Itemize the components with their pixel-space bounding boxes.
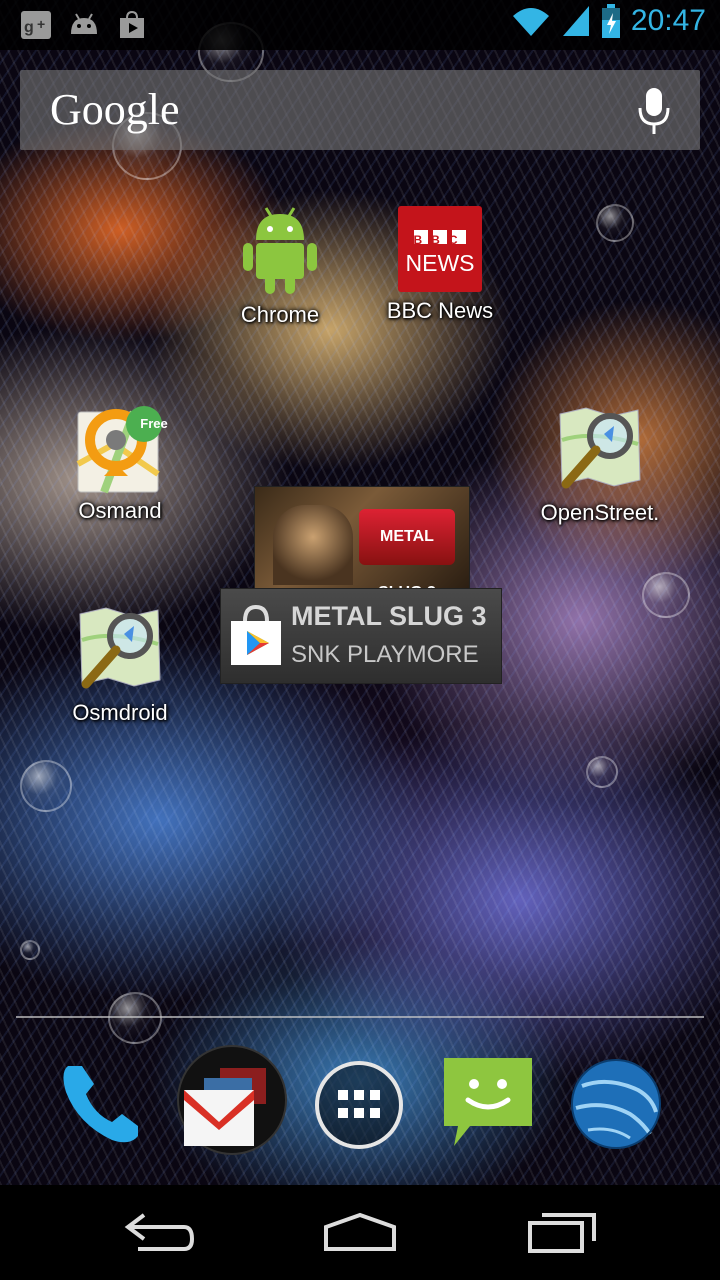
app-osmand[interactable]: Free Osmand — [40, 404, 200, 524]
svg-text:+: + — [37, 16, 45, 32]
wifi-icon — [512, 8, 549, 36]
messaging-icon — [444, 1058, 532, 1146]
app-openstreetmap[interactable]: OpenStreet. — [520, 400, 680, 526]
app-label: Osmdroid — [72, 700, 168, 725]
earth-icon — [571, 1059, 661, 1149]
dock-earth[interactable] — [568, 1056, 664, 1152]
bubble — [20, 940, 40, 960]
app-label: Osmand — [78, 498, 162, 523]
bubble — [108, 992, 162, 1044]
bubble — [596, 204, 634, 242]
bubble — [20, 760, 72, 812]
status-bar: g + 20:47 — [0, 0, 720, 50]
home-icon[interactable] — [310, 1201, 410, 1261]
app-osmdroid[interactable]: Osmdroid — [40, 600, 200, 726]
app-chrome[interactable]: Chrome — [200, 202, 360, 328]
back-icon[interactable] — [110, 1201, 210, 1261]
openstreetmap-icon — [559, 407, 641, 489]
android-robot-icon — [243, 207, 317, 294]
bubble — [586, 756, 618, 788]
free-badge: Free — [140, 416, 168, 431]
play-store-bag-icon — [231, 604, 281, 665]
google-logo: Google — [50, 85, 180, 134]
google-plus-icon: g + — [21, 11, 51, 39]
app-label: OpenStreet. — [540, 500, 660, 525]
play-store-widget[interactable]: METAL SLUG 3 METAL SLUG 3 SNK PLAYMORE — [220, 486, 502, 684]
app-drawer-icon — [315, 1061, 403, 1149]
clock: 20:47 — [630, 4, 706, 37]
dock-gmail-folder[interactable] — [176, 1044, 288, 1156]
app-bbc-news[interactable]: BBC NEWS BBC News — [360, 204, 520, 324]
game-logo: METAL SLUG 3 — [359, 509, 455, 589]
android-debug-icon — [71, 13, 97, 34]
widget-subtitle: SNK PLAYMORE — [291, 641, 479, 668]
dock-divider — [16, 1016, 704, 1018]
game-artwork: METAL SLUG 3 — [254, 486, 470, 590]
microphone-icon[interactable] — [636, 86, 672, 136]
recent-apps-icon[interactable] — [514, 1201, 614, 1261]
bbc-icon-text-bottom: NEWS — [405, 250, 475, 276]
bubble — [642, 572, 690, 618]
dock-app-drawer[interactable] — [312, 1058, 406, 1152]
phone-icon — [63, 1066, 138, 1143]
svg-text:g: g — [24, 19, 34, 36]
bbc-icon-text-top: BBC — [413, 233, 467, 247]
play-store-notification-icon — [120, 10, 144, 38]
cell-signal-icon — [562, 6, 589, 36]
google-search-bar[interactable]: Google — [20, 70, 700, 150]
widget-card[interactable]: METAL SLUG 3 SNK PLAYMORE — [220, 588, 502, 684]
dock-messaging[interactable] — [440, 1054, 536, 1150]
navigation-bar — [0, 1185, 720, 1280]
bbc-news-icon — [398, 206, 482, 292]
app-label: BBC News — [386, 298, 494, 323]
battery-charging-icon — [601, 4, 620, 38]
osmdroid-icon — [79, 607, 161, 689]
app-label: Chrome — [240, 302, 320, 327]
widget-title: METAL SLUG 3 — [291, 601, 487, 631]
artwork-scene — [273, 505, 353, 585]
dock-phone[interactable] — [52, 1052, 152, 1152]
gmail-folder-icon — [177, 1045, 287, 1155]
